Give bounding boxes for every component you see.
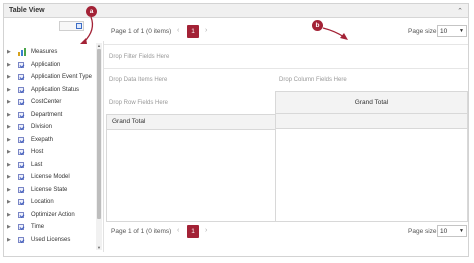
tree-item[interactable]: ▶ Last (3, 161, 98, 171)
row-header-area: Grand Total (106, 114, 276, 222)
expand-arrow-icon[interactable]: ▶ (7, 224, 11, 230)
tree-item[interactable]: ▶ Application Event Type (3, 73, 98, 83)
expand-arrow-icon[interactable]: ▶ (7, 174, 11, 180)
tree-item[interactable]: ▶ License State (3, 186, 98, 196)
callout-a-arrow (83, 16, 94, 43)
chevron-down-icon: ▼ (459, 28, 464, 34)
pager-info: Page 1 of 1 (0 items) (111, 228, 172, 235)
next-page-button[interactable]: › (205, 27, 207, 34)
measures-icon (18, 48, 26, 56)
dimension-icon (18, 161, 24, 168)
tree-item-label: Last (31, 161, 43, 168)
tree-item-label: Division (31, 124, 53, 130)
dimension-icon (18, 86, 24, 93)
grand-total-row: Grand Total (107, 115, 275, 130)
tree-scrollbar[interactable]: ▲ ▼ (96, 43, 102, 250)
tree-item-label: Exepath (31, 136, 54, 143)
filter-drop-zone[interactable]: Drop Filter Fields Here (104, 44, 468, 69)
tree-item[interactable]: ▶ License Model (3, 173, 98, 183)
tree-item-label: Application (31, 61, 61, 68)
page-size-label: Page size: (408, 28, 439, 35)
filter-zone-text: Drop Filter Fields Here (109, 54, 170, 60)
pager-bottom: Page 1 of 1 (0 items) ‹ 1 › Page size: 1… (104, 222, 468, 242)
page-size-value: 10 (440, 28, 448, 35)
dimension-icon (18, 174, 24, 180)
tree-item[interactable]: ▶ Application (3, 61, 98, 71)
tree-item[interactable]: ▶ Location (3, 198, 98, 208)
tree-item[interactable]: ▶ Division (3, 123, 98, 133)
dimension-icon (18, 111, 24, 118)
expand-arrow-icon[interactable]: ▶ (7, 74, 11, 80)
tree-item[interactable]: ▶ Department (3, 111, 98, 121)
data-area (275, 114, 468, 222)
tree-item[interactable]: ▶ Time (3, 223, 98, 233)
tree-item-label: CostCenter (31, 99, 62, 105)
tree-item-label: License State (31, 186, 68, 193)
dimension-icon (18, 211, 24, 218)
tree-item-label: Host (31, 149, 44, 155)
grand-total-cell (276, 114, 467, 129)
expand-arrow-icon[interactable]: ▶ (7, 87, 11, 93)
pager-top: Page 1 of 1 (0 items) ‹ 1 › Page size: 1… (104, 22, 468, 42)
expand-arrow-icon[interactable]: ▶ (7, 237, 11, 243)
tree-item[interactable]: ▶ Measures (3, 48, 98, 58)
expand-arrow-icon[interactable]: ▶ (7, 62, 11, 68)
page-size-select[interactable]: 10 ▼ (437, 225, 467, 237)
grand-total-column-header: Grand Total (275, 91, 468, 114)
dimension-icon (18, 136, 24, 143)
page-size-value: 10 (440, 228, 448, 235)
prev-page-button[interactable]: ‹ (177, 227, 179, 234)
expand-arrow-icon[interactable]: ▶ (7, 112, 11, 118)
dimension-icon (18, 61, 24, 68)
tree-item[interactable]: ▶ Used Licenses (3, 236, 98, 246)
tree-item-label: Application Status (31, 86, 80, 93)
pivot-grid: Grand Total Grand Total (104, 91, 468, 222)
expand-arrow-icon[interactable]: ▶ (7, 137, 11, 143)
expand-arrow-icon[interactable]: ▶ (7, 187, 11, 193)
tree-item-label: Department (31, 111, 63, 118)
dimension-icon (18, 199, 24, 205)
expand-arrow-icon[interactable]: ▶ (7, 124, 11, 130)
current-page-button[interactable]: 1 (187, 225, 199, 238)
tree-item-label: Application Event Type (31, 74, 92, 80)
grand-total-row-label: Grand Total (112, 118, 146, 125)
expand-arrow-icon[interactable]: ▶ (7, 212, 11, 218)
column-drop-zone[interactable]: Drop Column Fields Here (279, 77, 347, 83)
expand-arrow-icon[interactable]: ▶ (7, 49, 11, 55)
pager-info: Page 1 of 1 (0 items) (111, 28, 172, 35)
page-size-label: Page size: (408, 228, 439, 235)
scroll-thumb[interactable] (97, 49, 101, 219)
scroll-down-icon[interactable]: ▼ (97, 245, 101, 250)
next-page-button[interactable]: › (205, 227, 207, 234)
field-list-tree: ▶ Measures ▶ Application ▶ Application Event … (3, 41, 104, 252)
tree-item[interactable]: ▶ Host (3, 148, 98, 158)
dimension-icon (18, 99, 24, 105)
tree-item[interactable]: ▶ Optimizer Action (3, 211, 98, 221)
tree-item-label: License Model (31, 174, 70, 180)
dimension-icon (18, 149, 24, 155)
page-size-select[interactable]: 10 ▼ (437, 25, 467, 37)
tree-item-label: Optimizer Action (31, 211, 75, 218)
data-drop-zone[interactable]: Drop Data Items Here (109, 77, 167, 83)
expand-arrow-icon[interactable]: ▶ (7, 162, 11, 168)
chevron-down-icon: ▼ (459, 228, 464, 234)
tree-item-label: Measures (31, 49, 58, 55)
dimension-icon (18, 74, 24, 80)
tree-item[interactable]: ▶ Application Status (3, 86, 98, 96)
tree-item-label: Location (31, 199, 54, 205)
tree-item-label: Time (31, 224, 45, 230)
dimension-icon (18, 124, 24, 130)
dimension-icon (18, 224, 24, 230)
tree-item[interactable]: ▶ Exepath (3, 136, 98, 146)
prev-page-button[interactable]: ‹ (177, 27, 179, 34)
expand-arrow-icon[interactable]: ▶ (7, 199, 11, 205)
current-page-button[interactable]: 1 (187, 25, 199, 38)
expand-arrow-icon[interactable]: ▶ (7, 149, 11, 155)
scroll-up-icon[interactable]: ▲ (97, 43, 101, 48)
dimension-icon (18, 186, 24, 193)
tree-item-label: Used Licenses (31, 236, 71, 243)
expand-arrow-icon[interactable]: ▶ (7, 99, 11, 105)
tree-item[interactable]: ▶ CostCenter (3, 98, 98, 108)
dimension-icon (18, 236, 24, 243)
